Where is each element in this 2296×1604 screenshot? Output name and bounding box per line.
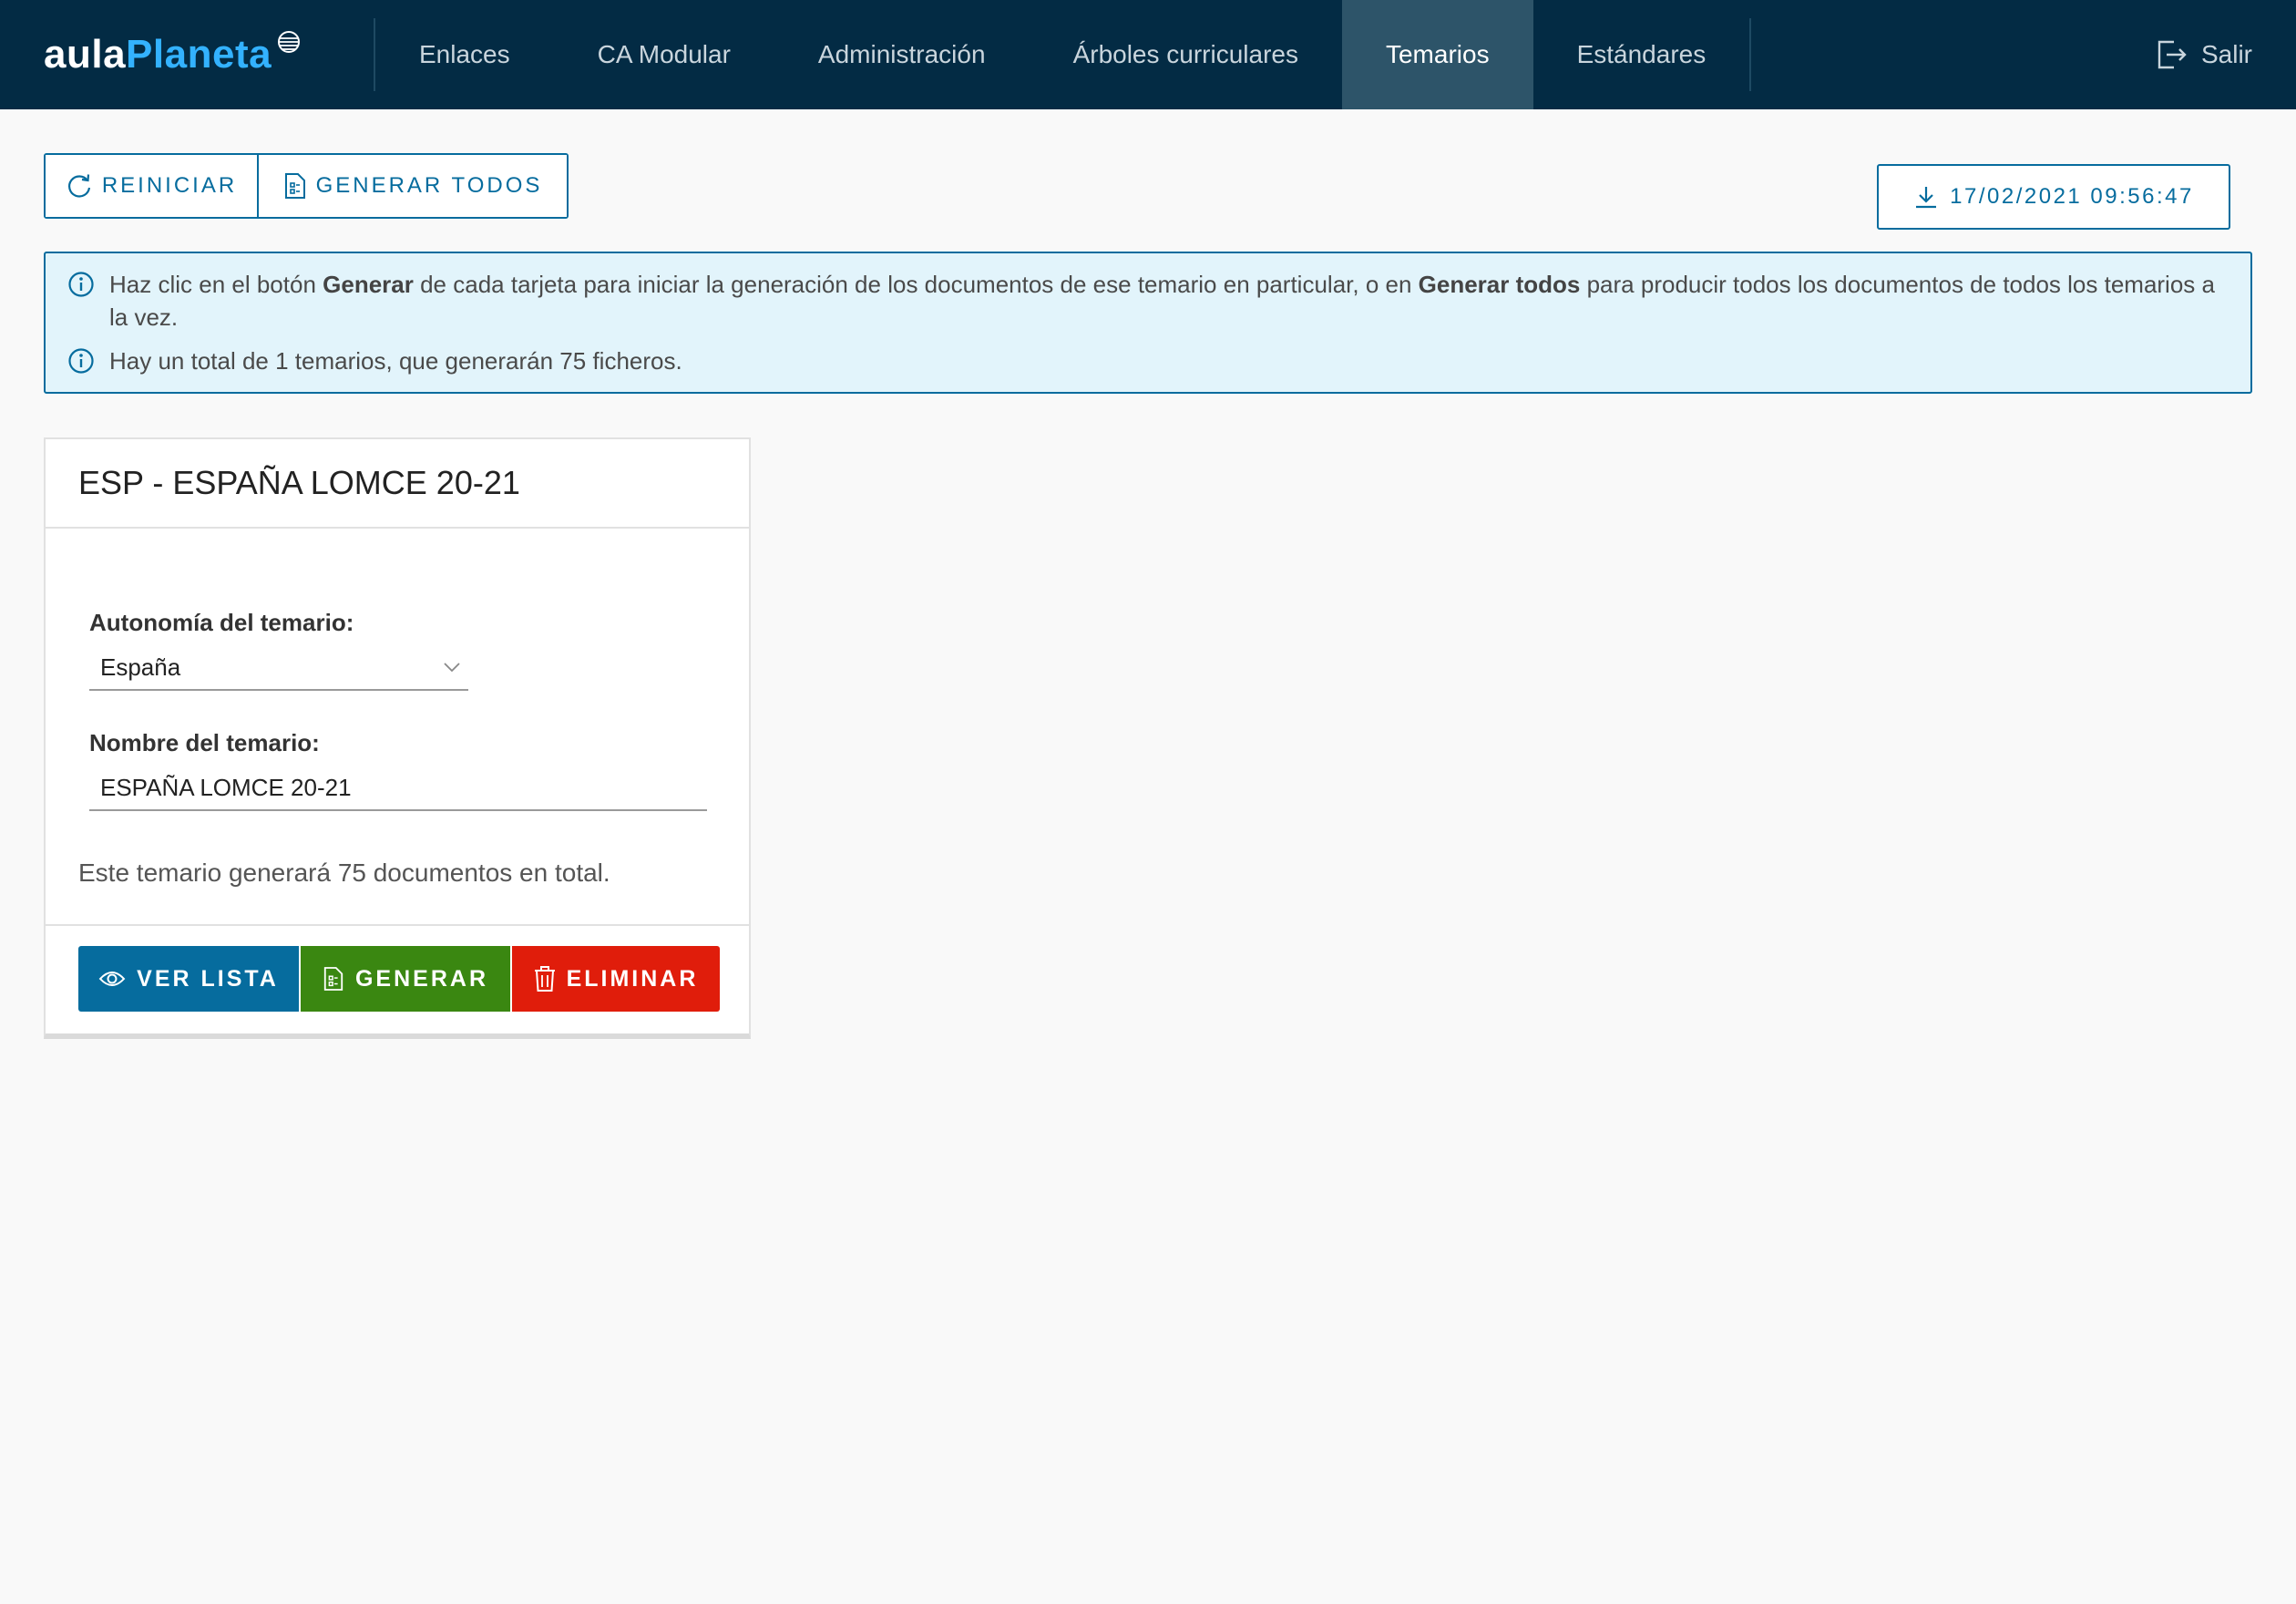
name-input[interactable] [89, 766, 707, 811]
nav-item-estandares[interactable]: Estándares [1533, 0, 1750, 109]
card-title: ESP - ESPAÑA LOMCE 20-21 [46, 439, 749, 529]
delete-button[interactable]: ELIMINAR [512, 946, 720, 1012]
generate-button[interactable]: GENERAR [301, 946, 510, 1012]
logout-icon [2158, 40, 2187, 69]
nav-item-administracion[interactable]: Administración [774, 0, 1030, 109]
logo-text-planeta: Planeta [126, 32, 272, 77]
download-timestamp: 17/02/2021 09:56:47 [1950, 184, 2194, 209]
eye-icon [98, 972, 126, 986]
nav-divider [1749, 18, 1752, 91]
main-nav: Enlaces CA Modular Administración Árbole… [375, 0, 1749, 109]
info-line-instructions: Haz clic en el botón Generar de cada tar… [67, 268, 2229, 334]
logo-text-aula: aula [44, 32, 127, 77]
nav-item-temarios[interactable]: Temarios [1341, 0, 1533, 109]
autonomy-select[interactable]: España [89, 645, 468, 691]
view-list-label: VER LISTA [137, 965, 279, 992]
card-footer-divider [46, 924, 749, 926]
card-actions: VER LISTA GENERAR ELIMINAR [78, 946, 720, 1012]
top-navigation-bar: aula Planeta Enlaces CA Modular Administr… [0, 0, 2296, 109]
info-text-instructions: Haz clic en el botón Generar de cada tar… [109, 271, 2215, 331]
generate-all-button[interactable]: GENERAR TODOS [259, 155, 567, 217]
toolbar-button-group: REINICIAR GENERAR TODOS [44, 153, 569, 219]
card-document-count: Este temario generará 75 documentos en t… [78, 859, 610, 887]
download-button[interactable]: 17/02/2021 09:56:47 [1877, 164, 2230, 230]
reset-label: REINICIAR [101, 173, 238, 198]
document-icon [284, 173, 305, 199]
autonomy-selected-value: España [100, 653, 181, 681]
nav-item-ca-modular[interactable]: CA Modular [554, 0, 774, 109]
delete-label: ELIMINAR [566, 965, 699, 992]
name-label: Nombre del temario: [89, 729, 320, 756]
aulaplaneta-logo[interactable]: aula Planeta [0, 0, 374, 109]
info-alert: Haz clic en el botón Generar de cada tar… [44, 252, 2252, 394]
generate-all-label: GENERAR TODOS [315, 173, 543, 198]
download-icon [1916, 187, 1937, 209]
info-text-total: Hay un total de 1 temarios, que generará… [109, 347, 682, 375]
logout-label: Salir [2200, 40, 2252, 68]
globe-logo-icon [278, 31, 301, 53]
generate-label: GENERAR [354, 965, 488, 992]
document-icon [323, 967, 343, 991]
view-list-button[interactable]: VER LISTA [78, 946, 299, 1012]
info-icon [68, 272, 94, 297]
nav-item-arboles-curriculares[interactable]: Árboles curriculares [1030, 0, 1342, 109]
trash-icon [534, 966, 555, 992]
nav-item-enlaces[interactable]: Enlaces [375, 0, 554, 109]
refresh-icon [67, 174, 90, 198]
syllabus-card: ESP - ESPAÑA LOMCE 20-21 Autonomía del t… [44, 437, 751, 1039]
logout-button[interactable]: Salir [2152, 0, 2252, 109]
reset-button[interactable]: REINICIAR [46, 155, 259, 217]
info-line-total: Hay un total de 1 temarios, que generará… [67, 344, 2229, 377]
info-icon [68, 348, 94, 374]
autonomy-label: Autonomía del temario: [89, 609, 354, 636]
chevron-down-icon [444, 663, 460, 673]
